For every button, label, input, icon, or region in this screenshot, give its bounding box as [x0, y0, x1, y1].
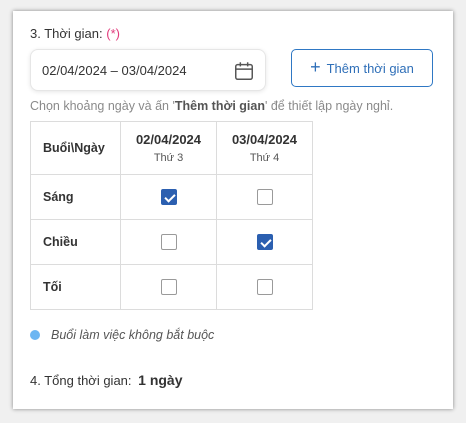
- hint-after: ' để thiết lập ngày nghỉ.: [265, 99, 394, 113]
- checkbox-afternoon-day1[interactable]: [160, 234, 177, 250]
- plus-icon: +: [310, 57, 321, 77]
- legend: Buổi làm việc không bắt buộc: [30, 328, 214, 342]
- date-range-value: 02/04/2024 – 03/04/2024: [42, 63, 187, 78]
- table-row: Chiều: [30, 219, 313, 265]
- row-label-evening: Tối: [30, 264, 121, 310]
- day-weekday: Thứ 4: [249, 152, 280, 164]
- checkbox-morning-day2[interactable]: [256, 189, 273, 205]
- add-time-label: Thêm thời gian: [326, 60, 414, 76]
- total-value: 1 ngày: [138, 372, 183, 388]
- day-weekday: Thứ 3: [153, 152, 184, 164]
- total-time: 4. Tổng thời gian: 1 ngày: [30, 372, 183, 388]
- table-row: Tối: [30, 264, 313, 310]
- day-header: 03/04/2024 Thứ 4: [216, 121, 313, 175]
- time-card: 3. Thời gian: (*) 02/04/2024 – 03/04/202…: [13, 11, 453, 409]
- table-header-row: Buổi\Ngày 02/04/2024 Thứ 3 03/04/2024 Th…: [30, 121, 313, 175]
- add-time-button[interactable]: + Thêm thời gian: [291, 49, 433, 87]
- section-title-text: 3. Thời gian:: [30, 26, 103, 41]
- required-mark: (*): [106, 26, 120, 41]
- hint-bold: Thêm thời gian: [174, 99, 265, 113]
- checkbox-afternoon-day2[interactable]: [256, 234, 273, 250]
- legend-text: Buổi làm việc không bắt buộc: [51, 328, 215, 342]
- day-date: 02/04/2024: [135, 132, 202, 147]
- checkbox-evening-day1[interactable]: [160, 279, 177, 295]
- hint-before: Chọn khoảng ngày và ấn ': [30, 99, 175, 113]
- legend-dot-icon: [30, 330, 40, 340]
- hint-text: Chọn khoảng ngày và ấn 'Thêm thời gian' …: [30, 99, 393, 113]
- total-label: 4. Tổng thời gian:: [30, 373, 132, 388]
- table-row: Sáng: [30, 174, 313, 220]
- date-range-picker[interactable]: 02/04/2024 – 03/04/2024: [30, 49, 266, 91]
- checkbox-morning-day1[interactable]: [160, 189, 177, 205]
- checkbox-evening-day2[interactable]: [256, 279, 273, 295]
- corner-header: Buổi\Ngày: [30, 121, 121, 175]
- schedule-table: Buổi\Ngày 02/04/2024 Thứ 3 03/04/2024 Th…: [30, 121, 313, 310]
- row-label-morning: Sáng: [30, 174, 121, 220]
- day-header: 02/04/2024 Thứ 3: [120, 121, 217, 175]
- row-label-afternoon: Chiều: [30, 219, 121, 265]
- section-title: 3. Thời gian: (*): [30, 26, 120, 41]
- day-date: 03/04/2024: [231, 132, 298, 147]
- calendar-icon[interactable]: [233, 60, 255, 82]
